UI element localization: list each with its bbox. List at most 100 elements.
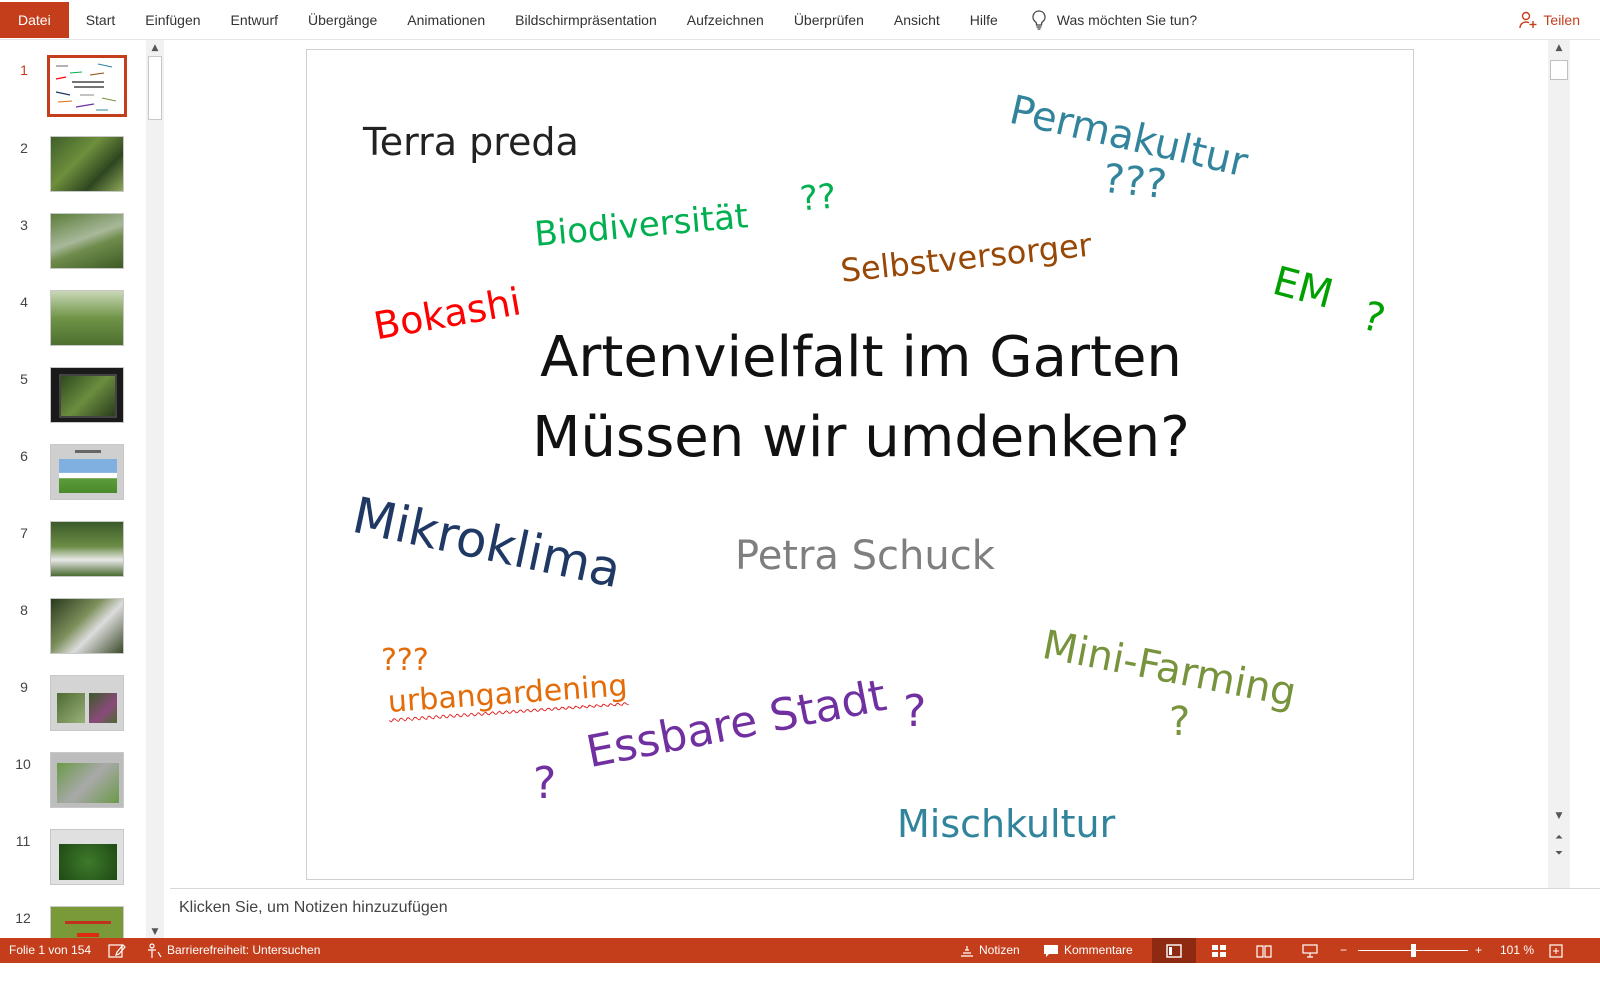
thumbnail-scrollbar[interactable]: ▲ ▼ xyxy=(146,40,164,940)
zoom-in-icon: + xyxy=(1475,943,1483,957)
tab-review[interactable]: Überprüfen xyxy=(779,0,879,40)
slide-thumbnail[interactable]: 5 xyxy=(0,367,140,445)
comment-icon xyxy=(1044,944,1058,957)
slide-thumbnail[interactable]: 4 xyxy=(0,290,140,368)
zoom-out-button[interactable]: − xyxy=(1340,938,1347,963)
word-urbangardening[interactable]: urbangardening xyxy=(387,668,629,720)
thumbnail-preview xyxy=(50,521,124,577)
thumbnail-preview xyxy=(50,290,124,346)
tab-view[interactable]: Ansicht xyxy=(879,0,955,40)
tab-slideshow[interactable]: Bildschirmpräsentation xyxy=(500,0,672,40)
comments-toggle[interactable]: Kommentare xyxy=(1043,938,1133,963)
slide-number: 11 xyxy=(15,833,31,849)
spellcheck-icon xyxy=(108,943,126,958)
word-terra-preda[interactable]: Terra preda xyxy=(363,123,579,161)
share-button[interactable]: Teilen xyxy=(1519,0,1580,40)
slide-thumbnail[interactable]: 6 xyxy=(0,444,140,522)
slide-thumbnail[interactable]: 1 xyxy=(0,55,140,136)
thumbnail-preview xyxy=(50,829,124,885)
slide-counter: Folie 1 von 154 xyxy=(9,938,91,963)
word-urban-question[interactable]: ??? xyxy=(381,646,429,676)
word-selbstversorger[interactable]: Selbstversorger xyxy=(839,226,1094,290)
slide-title-line2[interactable]: Müssen wir umdenken? xyxy=(307,410,1413,466)
thumbnail-preview xyxy=(47,55,127,117)
slide-scrollbar[interactable]: ▲ ▼ ⏶ ⏷ xyxy=(1548,40,1570,888)
lightbulb-icon xyxy=(1032,9,1046,30)
thumbnail-preview xyxy=(50,367,124,423)
slide-number: 12 xyxy=(15,910,31,926)
normal-view-button[interactable] xyxy=(1152,938,1196,963)
slide-number: 8 xyxy=(20,602,28,618)
slide-title-line1[interactable]: Artenvielfalt im Garten xyxy=(307,330,1413,386)
tab-file[interactable]: Datei xyxy=(0,1,69,38)
slide-number: 5 xyxy=(20,371,28,387)
word-essbare-question-right[interactable]: ? xyxy=(903,690,926,734)
notes-pane[interactable]: Klicken Sie, um Notizen hinzuzufügen xyxy=(170,888,1600,938)
zoom-slider[interactable] xyxy=(1358,944,1468,957)
previous-slide-icon[interactable]: ⏶ xyxy=(1550,830,1568,846)
next-slide-icon[interactable]: ⏷ xyxy=(1550,846,1568,862)
notes-toggle[interactable]: Notizen xyxy=(960,938,1020,963)
word-mini-farming-question[interactable]: ? xyxy=(1169,702,1190,742)
scroll-up-icon[interactable]: ▲ xyxy=(1550,40,1568,56)
slide-number: 2 xyxy=(20,140,28,156)
status-bar: Folie 1 von 154 Barrierefreiheit: Unters… xyxy=(0,938,1600,963)
share-label: Teilen xyxy=(1543,12,1580,28)
slide-thumbnail[interactable]: 2 xyxy=(0,136,140,214)
thumbnail-preview xyxy=(50,598,124,654)
scrollbar-thumb[interactable] xyxy=(1550,60,1568,80)
tab-design[interactable]: Entwurf xyxy=(216,0,293,40)
zoom-out-icon: − xyxy=(1340,943,1348,957)
slide-number: 10 xyxy=(15,756,31,772)
slide-thumbnail[interactable]: 10 xyxy=(0,752,140,830)
slide-thumbnail[interactable]: 7 xyxy=(0,521,140,599)
scrollbar-thumb[interactable] xyxy=(148,56,162,120)
zoom-level[interactable]: 101 % xyxy=(1500,938,1534,963)
word-mischkultur[interactable]: Mischkultur xyxy=(897,805,1115,843)
word-biodiversitaet[interactable]: Biodiversität xyxy=(533,196,750,255)
zoom-slider-handle[interactable] xyxy=(1411,944,1416,957)
slide-canvas[interactable]: Terra preda Permakultur ??? Biodiversitä… xyxy=(306,49,1414,880)
word-mikroklima[interactable]: Mikroklima xyxy=(348,486,626,599)
tab-help[interactable]: Hilfe xyxy=(955,0,1013,40)
thumbnail-preview xyxy=(50,675,124,731)
slide-thumbnail[interactable]: 11 xyxy=(0,829,140,907)
accessibility-check[interactable]: Barrierefreiheit: Untersuchen xyxy=(146,938,320,963)
tab-home[interactable]: Start xyxy=(71,0,131,40)
accessibility-icon xyxy=(148,942,162,958)
ribbon-tab-bar: Datei Start Einfügen Entwurf Übergänge A… xyxy=(0,0,1600,40)
tell-me-box[interactable]: Was möchten Sie tun? xyxy=(1013,9,1197,30)
slideshow-button[interactable] xyxy=(1288,938,1332,963)
reading-view-button[interactable] xyxy=(1242,938,1286,963)
tab-insert[interactable]: Einfügen xyxy=(130,0,215,40)
word-permakultur-question[interactable]: ??? xyxy=(1101,156,1169,208)
slide-number: 3 xyxy=(20,217,28,233)
tab-record[interactable]: Aufzeichnen xyxy=(672,0,779,40)
slide-thumbnail[interactable]: 8 xyxy=(0,598,140,676)
thumbnail-preview xyxy=(50,444,124,500)
slide-thumbnail-pane: 1 2 3 4 5 6 7 8 9 10 11 12 xyxy=(0,40,170,958)
zoom-level-text: 101 % xyxy=(1500,943,1535,957)
slide-counter-text: Folie 1 von 154 xyxy=(9,943,92,957)
fit-window-icon xyxy=(1549,943,1563,958)
fit-to-window-button[interactable] xyxy=(1548,938,1564,963)
projector-icon xyxy=(1302,943,1318,958)
tab-transitions[interactable]: Übergänge xyxy=(293,0,392,40)
slide-number: 1 xyxy=(20,62,28,78)
slide-number: 4 xyxy=(20,294,28,310)
word-biodiversitaet-question[interactable]: ?? xyxy=(798,177,837,220)
slide-sorter-button[interactable] xyxy=(1197,938,1241,963)
word-essbare-question-left[interactable]: ? xyxy=(533,762,556,806)
scroll-down-icon[interactable]: ▼ xyxy=(1550,808,1568,824)
word-em[interactable]: EM xyxy=(1268,258,1338,318)
scroll-up-icon[interactable]: ▲ xyxy=(146,40,164,56)
tab-animations[interactable]: Animationen xyxy=(392,0,500,40)
slide-author[interactable]: Petra Schuck xyxy=(735,536,995,576)
slide-thumbnail[interactable]: 3 xyxy=(0,213,140,291)
spellcheck-status[interactable] xyxy=(108,938,126,963)
word-essbare-stadt[interactable]: Essbare Stadt xyxy=(582,670,890,778)
person-add-icon xyxy=(1519,11,1537,29)
zoom-in-button[interactable]: + xyxy=(1475,938,1482,963)
thumbnail-preview xyxy=(50,136,124,192)
slide-thumbnail[interactable]: 9 xyxy=(0,675,140,753)
